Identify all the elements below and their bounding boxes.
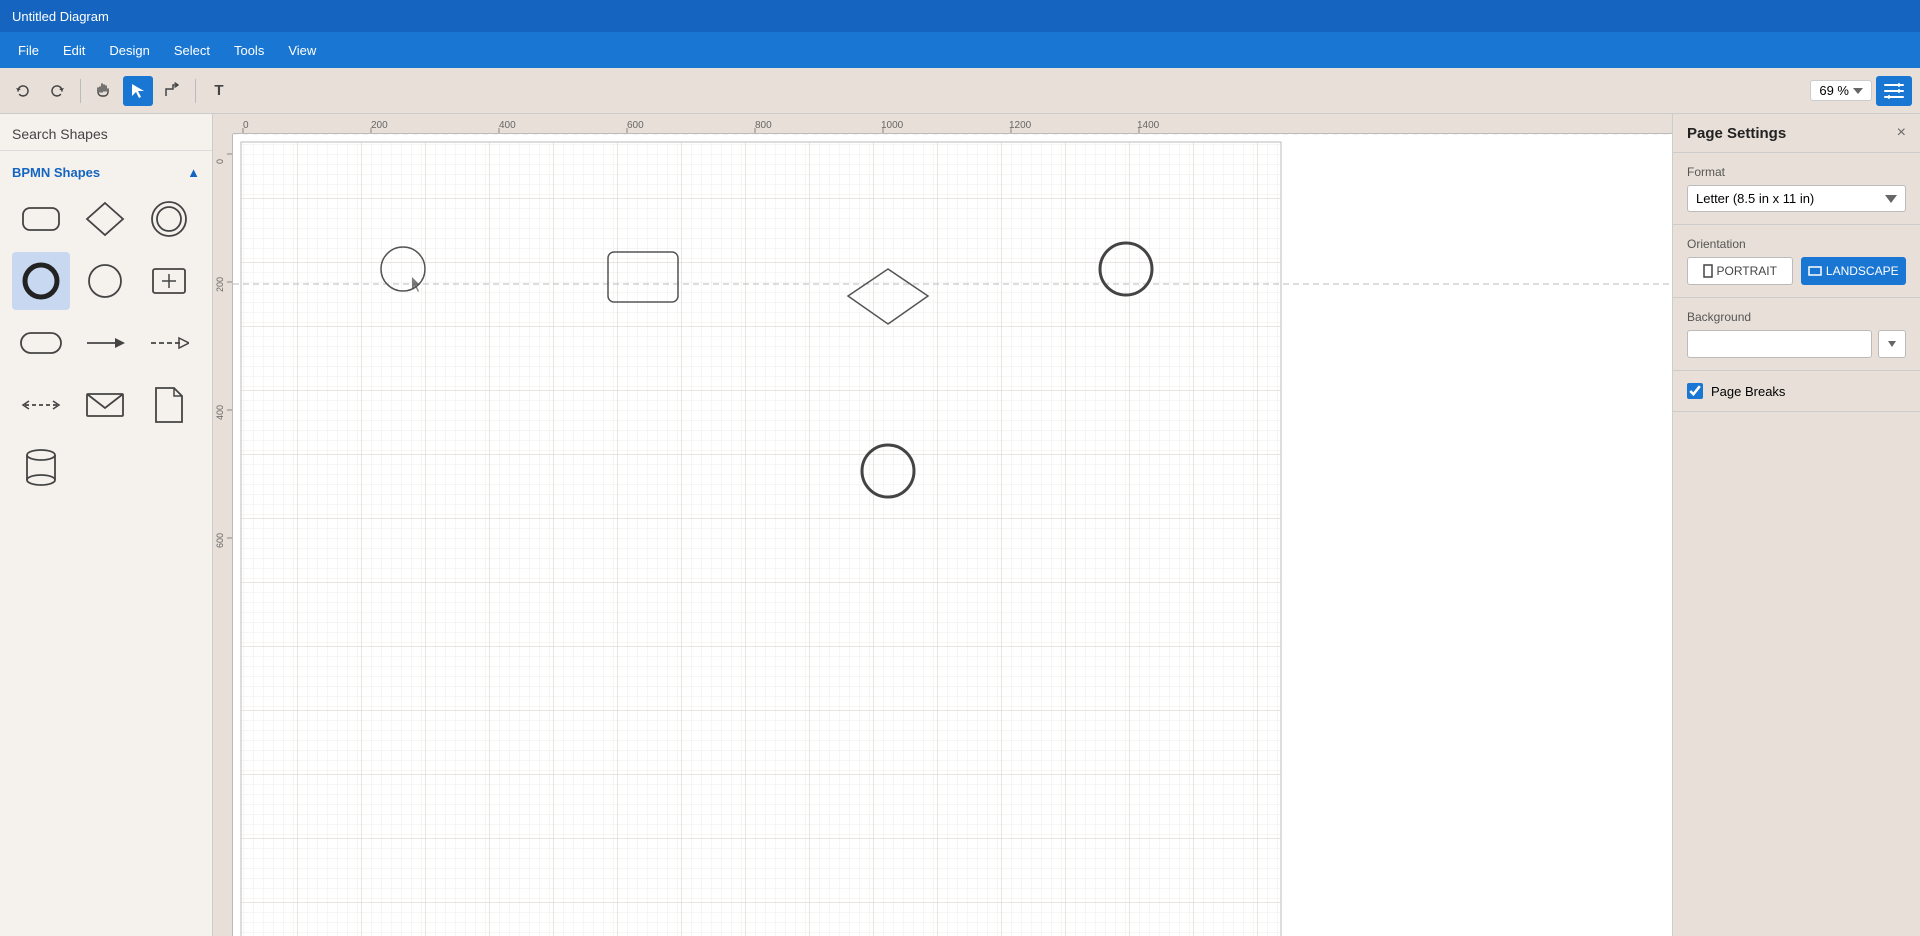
hand-button[interactable] (89, 76, 119, 106)
sidebar: Search Shapes BPMN Shapes ▲ (0, 114, 213, 936)
page-breaks-row: Page Breaks (1687, 383, 1906, 399)
shape-rounded-rect[interactable] (12, 190, 70, 248)
portrait-label: PORTRAIT (1717, 264, 1777, 278)
menu-tools[interactable]: Tools (224, 39, 274, 62)
ruler-left: 0 200 400 600 (213, 134, 233, 936)
format-section: Format Letter (8.5 in x 11 in) (1673, 153, 1920, 225)
zoom-control[interactable]: 69 % (1810, 80, 1872, 101)
landscape-button[interactable]: LANDSCAPE (1801, 257, 1907, 285)
toolbar-divider-2 (195, 79, 196, 103)
panel-header: Page Settings × (1673, 114, 1920, 153)
section-collapse-icon: ▲ (187, 165, 200, 180)
svg-text:200: 200 (371, 120, 388, 131)
svg-text:600: 600 (627, 120, 644, 131)
orientation-label: Orientation (1687, 237, 1906, 251)
toolbar-divider-1 (80, 79, 81, 103)
background-color-input[interactable] (1687, 330, 1872, 358)
menubar: File Edit Design Select Tools View (0, 32, 1920, 68)
format-select[interactable]: Letter (8.5 in x 11 in) (1687, 185, 1906, 212)
menu-select[interactable]: Select (164, 39, 220, 62)
svg-text:1400: 1400 (1137, 120, 1160, 131)
redo-button[interactable] (42, 76, 72, 106)
menu-file[interactable]: File (8, 39, 49, 62)
shapes-section: BPMN Shapes ▲ (0, 151, 212, 508)
right-panel: Page Settings × Format Letter (8.5 in x … (1672, 114, 1920, 936)
zoom-value: 69 % (1819, 83, 1849, 98)
text-button[interactable]: T (204, 76, 234, 106)
main-layout: Search Shapes BPMN Shapes ▲ (0, 114, 1920, 936)
menu-design[interactable]: Design (99, 39, 159, 62)
page-breaks-section: Page Breaks (1673, 371, 1920, 412)
ruler-top: 0 200 400 600 800 1000 1200 1400 (233, 114, 1672, 134)
search-shapes-label[interactable]: Search Shapes (0, 114, 212, 151)
pointer-button[interactable] (123, 76, 153, 106)
landscape-label: LANDSCAPE (1826, 264, 1899, 278)
panel-close-button[interactable]: × (1897, 124, 1906, 142)
svg-text:1200: 1200 (1009, 120, 1032, 131)
format-button[interactable] (1876, 76, 1912, 106)
orientation-buttons: PORTRAIT LANDSCAPE (1687, 257, 1906, 285)
svg-text:800: 800 (755, 120, 772, 131)
menu-view[interactable]: View (278, 39, 326, 62)
canvas-container[interactable]: 0 200 400 600 800 1000 1200 1400 (213, 114, 1672, 936)
shape-cylinder[interactable] (12, 438, 70, 496)
menu-edit[interactable]: Edit (53, 39, 95, 62)
orientation-section: Orientation PORTRAIT LANDSCAPE (1673, 225, 1920, 298)
background-section: Background (1673, 298, 1920, 371)
section-label: BPMN Shapes (12, 165, 100, 180)
format-label: Format (1687, 165, 1906, 179)
svg-text:400: 400 (215, 405, 225, 420)
shape-arrow-both-dashed[interactable] (12, 376, 70, 434)
shape-rect-plus[interactable] (140, 252, 198, 310)
app-title: Untitled Diagram (12, 9, 109, 24)
shape-document[interactable] (140, 376, 198, 434)
text-icon: T (214, 82, 223, 99)
page-breaks-checkbox[interactable] (1687, 383, 1703, 399)
svg-text:200: 200 (215, 277, 225, 292)
background-label: Background (1687, 310, 1906, 324)
background-control (1687, 330, 1906, 358)
shape-double-circle[interactable] (140, 190, 198, 248)
svg-text:600: 600 (215, 533, 225, 548)
toolbar: T 69 % (0, 68, 1920, 114)
svg-text:0: 0 (243, 120, 249, 131)
page-breaks-label: Page Breaks (1711, 384, 1785, 399)
titlebar: Untitled Diagram (0, 0, 1920, 32)
canvas-svg[interactable] (233, 134, 1672, 936)
shape-stadium[interactable] (12, 314, 70, 372)
svg-text:1000: 1000 (881, 120, 904, 131)
undo-button[interactable] (8, 76, 38, 106)
shape-arrow-dashed[interactable] (140, 314, 198, 372)
shape-thin-circle[interactable] (76, 252, 134, 310)
background-dropdown[interactable] (1878, 330, 1906, 358)
bpmn-section-header[interactable]: BPMN Shapes ▲ (8, 159, 204, 186)
svg-text:400: 400 (499, 120, 516, 131)
shape-bold-circle[interactable] (12, 252, 70, 310)
shape-diamond[interactable] (76, 190, 134, 248)
grid-area[interactable] (233, 134, 1672, 936)
shape-arrow-solid[interactable] (76, 314, 134, 372)
shapes-grid (8, 186, 204, 500)
svg-text:0: 0 (215, 159, 225, 164)
panel-title: Page Settings (1687, 125, 1786, 142)
shape-envelope[interactable] (76, 376, 134, 434)
waypoint-button[interactable] (157, 76, 187, 106)
portrait-button[interactable]: PORTRAIT (1687, 257, 1793, 285)
